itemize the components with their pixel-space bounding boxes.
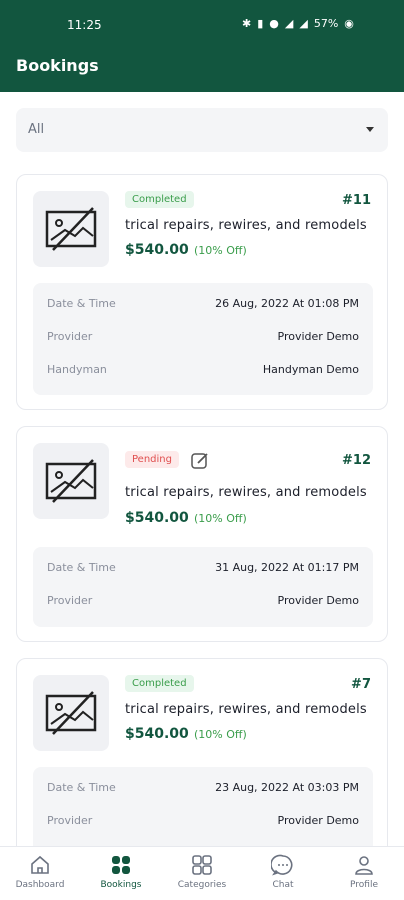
detail-row: Date & Time 31 Aug, 2022 At 01:17 PM [47, 561, 359, 581]
price: $540.00 [125, 242, 189, 258]
profile-icon [355, 856, 373, 875]
image-broken-icon [45, 691, 97, 735]
battery-icon: ◉ [344, 17, 354, 30]
system-icons: ✱ ▮ ● ◢ ◢ 57% ◉ [242, 17, 354, 31]
nav-categories[interactable]: Categories [162, 853, 242, 890]
service-name: trical repairs, rewires, and remodels [125, 218, 367, 233]
discount-label: (10% Off) [194, 728, 247, 741]
price: $540.00 [125, 726, 189, 742]
status-bar: 11:25 ✱ ▮ ● ◢ ◢ 57% ◉ [0, 0, 404, 46]
detail-row: Handyman Handyman Demo [47, 363, 359, 383]
booking-card[interactable]: Pending #12 trical repairs, rewires, and… [16, 426, 388, 642]
detail-label: Handyman [47, 363, 107, 376]
discount-label: (10% Off) [194, 512, 247, 525]
detail-label: Date & Time [47, 297, 116, 310]
booking-card[interactable]: Completed #11 trical repairs, rewires, a… [16, 174, 388, 410]
detail-value: Provider Demo [277, 594, 359, 607]
detail-row: Provider Provider Demo [47, 330, 359, 350]
nav-label: Dashboard [15, 880, 65, 890]
chat-icon [271, 854, 293, 876]
wifi-icon: ◢ [284, 17, 294, 30]
booking-id: #7 [351, 677, 371, 692]
status-time: 11:25 [67, 18, 102, 32]
filter-selected-value: All [28, 122, 45, 137]
categories-icon [192, 855, 212, 875]
nav-chat[interactable]: Chat [243, 853, 323, 890]
detail-label: Provider [47, 330, 93, 343]
location-icon: ● [269, 17, 279, 30]
home-icon [31, 855, 49, 874]
image-broken-icon [45, 207, 97, 251]
service-image-placeholder [33, 443, 109, 519]
nav-label: Profile [350, 880, 378, 890]
service-name: trical repairs, rewires, and remodels [125, 702, 367, 717]
edit-icon[interactable] [190, 451, 210, 471]
discount-label: (10% Off) [194, 244, 247, 257]
status-filter-dropdown[interactable]: All [16, 108, 388, 152]
detail-row: Date & Time 23 Aug, 2022 At 03:03 PM [47, 781, 359, 801]
detail-value: Provider Demo [277, 330, 359, 343]
status-badge: Pending [125, 451, 179, 468]
signal-icon: ◢ [299, 17, 308, 30]
nav-label: Categories [177, 880, 227, 890]
booking-details: Date & Time 31 Aug, 2022 At 01:17 PM Pro… [33, 547, 373, 627]
app-header: Bookings [0, 46, 404, 92]
detail-value: Handyman Demo [262, 363, 359, 376]
page-title: Bookings [16, 56, 99, 75]
bottom-navigation: Dashboard Bookings Categories Chat Profi… [0, 846, 404, 900]
nav-dashboard[interactable]: Dashboard [0, 853, 80, 890]
detail-value: 26 Aug, 2022 At 01:08 PM [215, 297, 359, 310]
detail-value: Provider Demo [277, 814, 359, 827]
booking-card[interactable]: Completed #7 trical repairs, rewires, an… [16, 658, 388, 858]
price: $540.00 [125, 510, 189, 526]
booking-id: #12 [342, 453, 371, 468]
nav-profile[interactable]: Profile [324, 853, 404, 890]
detail-row: Provider Provider Demo [47, 594, 359, 614]
chevron-down-icon [366, 127, 374, 132]
detail-row: Date & Time 26 Aug, 2022 At 01:08 PM [47, 297, 359, 317]
battery-text: 57% [313, 17, 339, 30]
detail-label: Date & Time [47, 561, 116, 574]
status-badge: Completed [125, 675, 194, 692]
nav-label: Chat [272, 880, 294, 890]
nav-label: Bookings [100, 880, 142, 890]
booking-details: Date & Time 26 Aug, 2022 At 01:08 PM Pro… [33, 283, 373, 395]
nav-bookings[interactable]: Bookings [81, 853, 161, 890]
grid-icon [112, 856, 130, 874]
image-broken-icon [45, 459, 97, 503]
service-image-placeholder [33, 675, 109, 751]
vibrate-icon: ▮ [257, 17, 264, 30]
booking-details: Date & Time 23 Aug, 2022 At 03:03 PM Pro… [33, 767, 373, 857]
detail-value: 31 Aug, 2022 At 01:17 PM [215, 561, 359, 574]
booking-id: #11 [342, 193, 371, 208]
detail-value: 23 Aug, 2022 At 03:03 PM [215, 781, 359, 794]
bug-icon: ✱ [242, 17, 252, 30]
detail-label: Provider [47, 594, 93, 607]
detail-label: Provider [47, 814, 93, 827]
status-badge: Completed [125, 191, 194, 208]
detail-row: Provider Provider Demo [47, 814, 359, 834]
service-image-placeholder [33, 191, 109, 267]
service-name: trical repairs, rewires, and remodels [125, 485, 367, 500]
detail-label: Date & Time [47, 781, 116, 794]
